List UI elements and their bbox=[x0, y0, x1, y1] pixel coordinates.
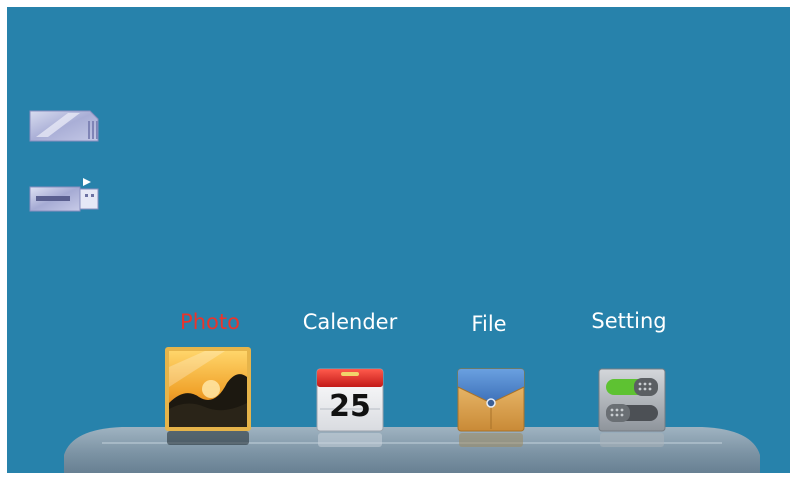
menu-label-file[interactable]: File bbox=[471, 312, 506, 336]
menu-label-setting[interactable]: Setting bbox=[591, 309, 666, 333]
photo-icon-reflection bbox=[167, 431, 249, 445]
calendar-day-number: 25 bbox=[329, 389, 371, 424]
settings-toggle-icon[interactable] bbox=[598, 367, 666, 433]
usb-drive-icon[interactable] bbox=[28, 177, 100, 213]
calendar-icon-reflection bbox=[318, 433, 382, 447]
file-folder-icon[interactable] bbox=[457, 367, 525, 433]
file-icon-reflection bbox=[459, 433, 523, 447]
photo-icon[interactable] bbox=[165, 347, 251, 431]
screen: Photo Calender File Setting 25 bbox=[7, 7, 790, 473]
menu-label-calender[interactable]: Calender bbox=[303, 310, 397, 334]
setting-icon-reflection bbox=[600, 433, 664, 447]
sd-card-icon[interactable] bbox=[28, 107, 100, 143]
menu-label-photo[interactable]: Photo bbox=[180, 310, 240, 334]
